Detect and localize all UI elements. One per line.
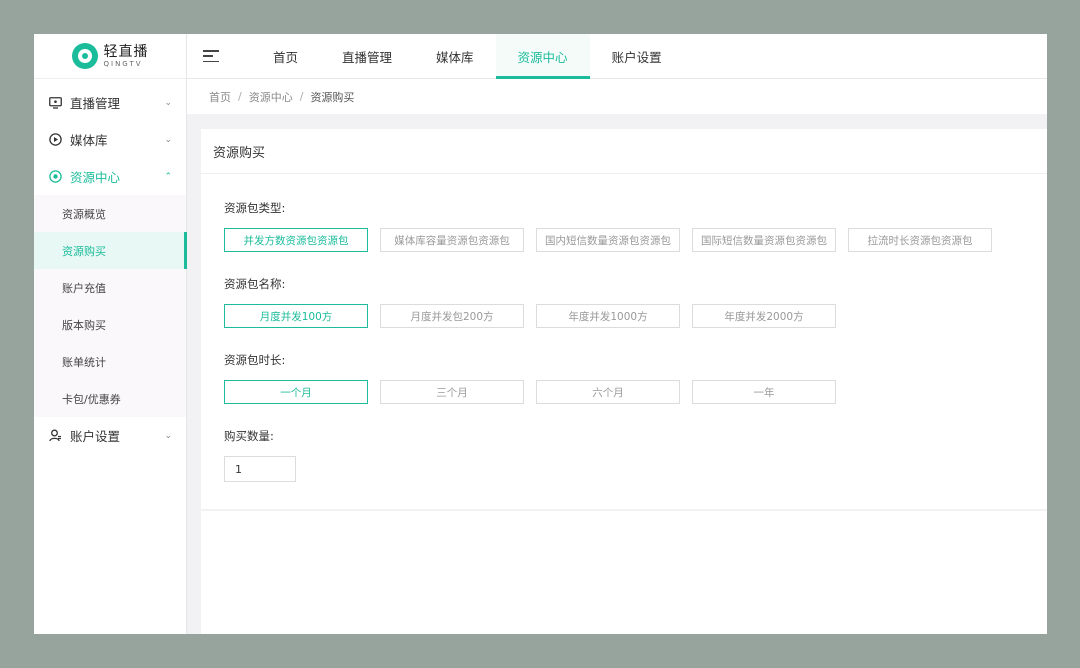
package-type-options: 并发方数资源包资源包 媒体库容量资源包资源包 国内短信数量资源包资源包 国际短信…	[224, 228, 1047, 252]
chevron-down-icon: ⌄	[164, 97, 172, 108]
app-window: 轻直播 QINGTV 直播管理 ⌄ 媒体库 ⌄ 资源中心 ⌃ 资源概览 资源购买…	[34, 34, 1047, 634]
package-duration-options: 一个月 三个月 六个月 一年	[224, 380, 1047, 404]
breadcrumb-current: 资源购买	[310, 90, 355, 104]
package-type-option[interactable]: 并发方数资源包资源包	[224, 228, 368, 252]
target-icon	[48, 170, 62, 184]
tab-live-management[interactable]: 直播管理	[320, 34, 414, 78]
quantity-label: 购买数量:	[224, 429, 274, 443]
monitor-icon	[48, 96, 62, 110]
package-name-option[interactable]: 年度并发2000方	[692, 304, 836, 328]
play-circle-icon	[48, 133, 62, 147]
package-name-option[interactable]: 月度并发包200方	[380, 304, 524, 328]
tab-resource-center[interactable]: 资源中心	[495, 34, 590, 79]
breadcrumb: 首页 / 资源中心 / 资源购买	[187, 79, 1047, 114]
tab-media-library[interactable]: 媒体库	[414, 34, 496, 78]
chevron-down-icon: ⌄	[164, 134, 172, 145]
package-type-option[interactable]: 拉流时长资源包资源包	[848, 228, 992, 252]
breadcrumb-home[interactable]: 首页	[209, 89, 231, 105]
chevron-down-icon: ⌄	[164, 430, 172, 441]
package-name-option[interactable]: 月度并发100方	[224, 304, 368, 328]
breadcrumb-resource-center[interactable]: 资源中心	[249, 89, 293, 105]
chevron-up-icon: ⌃	[164, 171, 172, 182]
sidebar-group-label: 媒体库	[70, 133, 108, 148]
sidebar: 轻直播 QINGTV 直播管理 ⌄ 媒体库 ⌄ 资源中心 ⌃ 资源概览 资源购买…	[34, 34, 187, 634]
resource-submenu: 资源概览 资源购买 账户充值 版本购买 账单统计 卡包/优惠券	[34, 195, 187, 417]
package-duration-label: 资源包时长:	[224, 353, 286, 367]
sidebar-group-live[interactable]: 直播管理 ⌄	[34, 84, 186, 121]
purchase-panel: 资源购买 资源包类型: 并发方数资源包资源包 媒体库容量资源包资源包 国内短信数…	[201, 129, 1047, 509]
sidebar-group-account[interactable]: 账户设置 ⌄	[34, 417, 186, 454]
sidebar-group-label: 直播管理	[70, 96, 121, 111]
duration-option[interactable]: 六个月	[536, 380, 680, 404]
duration-option[interactable]: 一年	[692, 380, 836, 404]
duration-option[interactable]: 一个月	[224, 380, 368, 404]
logo-icon	[71, 43, 98, 69]
page-title: 资源购买	[201, 129, 1047, 174]
package-name-label: 资源包名称:	[224, 277, 286, 291]
user-icon	[48, 429, 62, 443]
tab-account-settings[interactable]: 账户设置	[590, 34, 684, 78]
duration-option[interactable]: 三个月	[380, 380, 524, 404]
logo-cn-text: 轻直播	[103, 43, 149, 60]
package-type-option[interactable]: 国际短信数量资源包资源包	[692, 228, 836, 252]
quantity-input[interactable]: 1	[224, 456, 296, 482]
panel-lower-area	[201, 511, 1047, 634]
sidebar-group-media[interactable]: 媒体库 ⌄	[34, 121, 186, 158]
package-type-label: 资源包类型:	[224, 201, 286, 215]
package-type-option[interactable]: 国内短信数量资源包资源包	[536, 228, 680, 252]
sidebar-item-resource-purchase[interactable]: 资源购买	[34, 232, 187, 269]
package-name-options: 月度并发100方 月度并发包200方 年度并发1000方 年度并发2000方	[224, 304, 1047, 328]
sidebar-item-coupons[interactable]: 卡包/优惠券	[34, 380, 186, 417]
sidebar-group-resource[interactable]: 资源中心 ⌃	[34, 158, 186, 195]
sidebar-item-billing-stats[interactable]: 账单统计	[34, 343, 186, 380]
breadcrumb-separator: /	[238, 90, 242, 103]
sidebar-group-label: 资源中心	[70, 170, 121, 185]
sidebar-group-label: 账户设置	[70, 429, 121, 444]
package-name-option[interactable]: 年度并发1000方	[536, 304, 680, 328]
sidebar-item-version-purchase[interactable]: 版本购买	[34, 306, 186, 343]
sidebar-item-resource-overview[interactable]: 资源概览	[34, 195, 186, 232]
top-nav: 首页 直播管理 媒体库 资源中心 账户设置	[187, 34, 1047, 79]
sidebar-item-account-recharge[interactable]: 账户充值	[34, 269, 186, 306]
tab-home[interactable]: 首页	[251, 34, 320, 78]
logo-en-text: QINGTV	[103, 59, 143, 68]
breadcrumb-separator: /	[299, 90, 304, 103]
menu-collapse-icon[interactable]	[203, 50, 219, 62]
package-type-option[interactable]: 媒体库容量资源包资源包	[380, 228, 524, 252]
logo[interactable]: 轻直播 QINGTV	[34, 34, 186, 79]
